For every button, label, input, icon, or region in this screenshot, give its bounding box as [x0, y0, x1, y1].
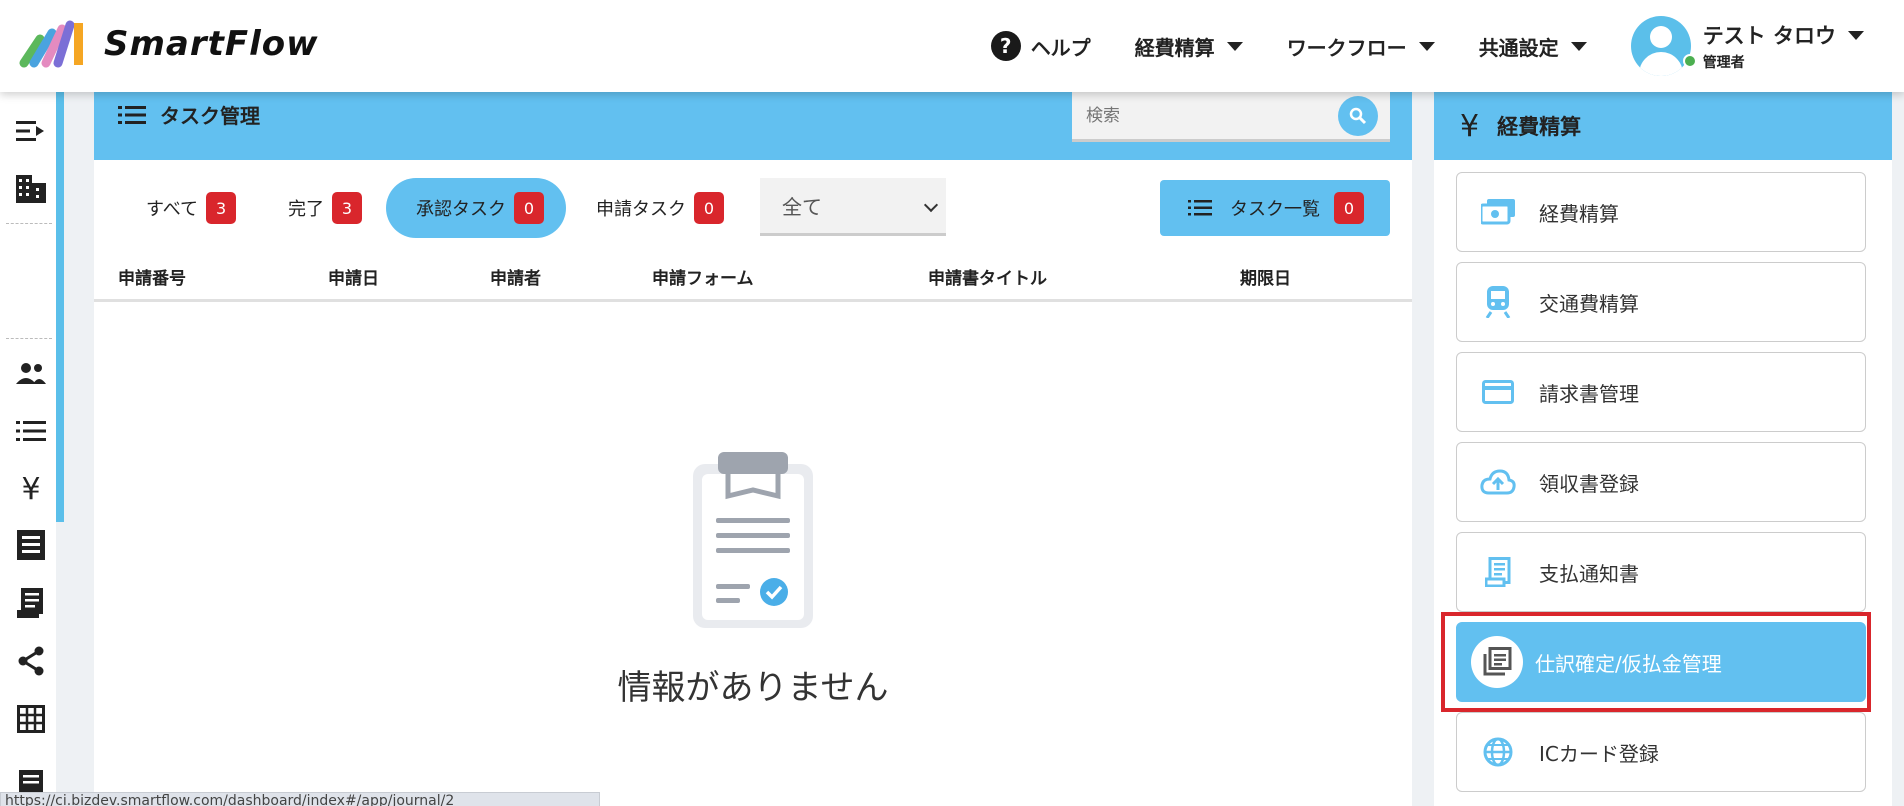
count-badge: 0 [1334, 192, 1364, 224]
money-icon [1479, 193, 1517, 231]
menu-label: 領収書登録 [1539, 471, 1639, 496]
nav-common-settings-label: 共通設定 [1478, 35, 1559, 60]
tab-completed[interactable]: 完了 3 [288, 178, 362, 238]
nav-workflow-label: ワークフロー [1286, 35, 1407, 60]
menu-label: 経費精算 [1539, 201, 1619, 226]
credit-card-icon [1479, 373, 1517, 411]
search-box [1072, 92, 1390, 142]
menu-ic-card-registration[interactable]: ICカード登録 [1456, 712, 1866, 792]
menu-label: ICカード登録 [1539, 741, 1659, 766]
chevron-down-icon [923, 197, 939, 213]
task-tabs: すべて 3 完了 3 承認タスク 0 申請タスク 0 全て タスク一覧 0 [94, 174, 1412, 238]
task-panel-title: タスク管理 [160, 104, 260, 128]
column-header[interactable]: 申請番号 [118, 264, 186, 289]
nav-expense[interactable]: 経費精算 [1135, 32, 1243, 61]
empty-clipboard-icon [693, 452, 813, 628]
tab-label: 完了 [288, 199, 324, 220]
nav-workflow[interactable]: ワークフロー [1287, 32, 1435, 61]
nav-help[interactable]: ? ヘルプ [990, 31, 1091, 61]
tab-all[interactable]: すべて 3 [146, 178, 237, 238]
count-badge: 0 [694, 192, 724, 224]
column-header[interactable]: 申請者 [490, 264, 541, 289]
menu-transportation[interactable]: 交通費精算 [1456, 262, 1866, 342]
filter-select[interactable]: 全て [760, 178, 946, 236]
globe-icon [1479, 733, 1517, 771]
column-header[interactable]: 申請フォーム [652, 264, 754, 289]
empty-message: 情報がありません [617, 668, 889, 708]
menu-label: 支払通知書 [1539, 561, 1639, 586]
tab-label: 承認タスク [416, 199, 506, 220]
list-icon [118, 105, 146, 124]
expense-panel-title: 経費精算 [1497, 115, 1582, 139]
share-icon[interactable] [14, 644, 48, 678]
count-badge: 3 [206, 192, 237, 224]
caret-down-icon [1570, 41, 1587, 51]
caret-down-icon [1418, 41, 1435, 51]
cloud-upload-icon [1479, 463, 1517, 501]
count-badge: 0 [514, 192, 544, 224]
list-icon [1188, 200, 1212, 216]
tab-approval-tasks[interactable]: 承認タスク 0 [386, 178, 566, 238]
receipt-icon [1479, 553, 1517, 591]
column-header[interactable]: 申請書タイトル [928, 264, 1047, 289]
logo-text: SmartFlow [104, 24, 319, 64]
yen-icon: ¥ [1460, 108, 1480, 144]
table-header: 申請番号 申請日 申請者 申請フォーム 申請書タイトル 期限日 [94, 252, 1412, 302]
nav-help-label: ヘルプ [1030, 35, 1091, 60]
sidebar-divider [6, 223, 52, 224]
task-panel: タスク管理 すべて 3 完了 3 承認タスク 0 申請タスク 0 全て [94, 92, 1412, 806]
help-icon: ? [990, 31, 1021, 61]
building-icon[interactable] [14, 172, 48, 206]
nav-common-settings[interactable]: 共通設定 [1479, 32, 1587, 61]
menu-label: 請求書管理 [1539, 381, 1639, 406]
menu-expand-icon[interactable] [14, 114, 48, 148]
search-input[interactable] [1072, 105, 1338, 126]
top-nav: ? ヘルプ 経費精算 ワークフロー 共通設定 テスト タロウ 管理者 [990, 0, 1904, 92]
yen-icon[interactable]: ¥ [14, 472, 48, 507]
menu-receipt-registration[interactable]: 領収書登録 [1456, 442, 1866, 522]
receipt-icon[interactable] [14, 586, 48, 620]
caret-down-icon [1848, 30, 1864, 40]
app-logo[interactable]: SmartFlow [18, 16, 319, 72]
user-role: 管理者 [1702, 55, 1745, 71]
menu-invoice-management[interactable]: 請求書管理 [1456, 352, 1866, 432]
search-icon [1349, 107, 1367, 124]
column-header[interactable]: 申請日 [328, 264, 379, 289]
expense-panel-header: ¥ 経費精算 [1434, 92, 1892, 160]
filter-select-value: 全て [782, 195, 822, 219]
sidebar-scroll-indicator [56, 92, 64, 522]
app-header: SmartFlow ? ヘルプ 経費精算 ワークフロー 共通設定 テスト タロウ [0, 0, 1904, 92]
tab-label: 申請タスク [596, 199, 686, 220]
user-name: テスト タロウ [1702, 24, 1836, 48]
grid-icon[interactable] [14, 702, 48, 736]
tab-label: すべて [146, 199, 199, 220]
tab-application-tasks[interactable]: 申請タスク 0 [596, 178, 724, 238]
highlight-box [1441, 612, 1871, 712]
online-status-icon [1683, 54, 1697, 68]
task-list-button[interactable]: タスク一覧 0 [1160, 180, 1390, 236]
menu-expense-settlement[interactable]: 経費精算 [1456, 172, 1866, 252]
empty-state [94, 452, 1412, 632]
user-menu[interactable]: テスト タロウ 管理者 [1630, 16, 1864, 76]
search-button[interactable] [1338, 95, 1378, 136]
train-icon [1479, 283, 1517, 321]
menu-label: 交通費精算 [1539, 291, 1639, 316]
menu-payment-notice[interactable]: 支払通知書 [1456, 532, 1866, 612]
avatar [1630, 16, 1691, 76]
left-sidebar: ¥ [0, 92, 56, 806]
sidebar-divider [6, 338, 52, 339]
task-panel-header: タスク管理 [94, 92, 1412, 160]
nav-expense-label: 経費精算 [1134, 35, 1215, 60]
count-badge: 3 [332, 192, 362, 224]
list-icon[interactable] [14, 414, 48, 448]
caret-down-icon [1226, 41, 1243, 51]
users-icon[interactable] [14, 356, 48, 390]
ledger-icon[interactable] [14, 528, 48, 562]
task-list-button-label: タスク一覧 [1230, 199, 1320, 220]
column-header[interactable]: 期限日 [1240, 264, 1291, 289]
status-url: https://ci.bizdev.smartflow.com/dashboar… [0, 792, 600, 806]
logo-mark-icon [19, 20, 83, 68]
